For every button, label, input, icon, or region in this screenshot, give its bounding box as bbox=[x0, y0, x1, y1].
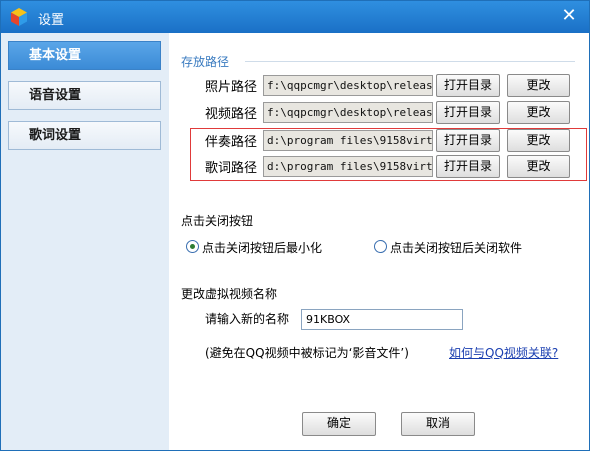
video-path-field[interactable]: f:\qqpcmgr\desktop\release\ bbox=[263, 102, 433, 123]
settings-panel: 存放路径 照片路径 f:\qqpcmgr\desktop\release\ 打开… bbox=[169, 33, 589, 450]
rename-section-title: 更改虚拟视频名称 bbox=[181, 287, 278, 301]
exit-on-close-label[interactable]: 点击关闭按钮后关闭软件 bbox=[390, 239, 522, 256]
video-open-dir-button[interactable]: 打开目录 bbox=[436, 101, 500, 124]
video-path-label: 视频路径 bbox=[205, 107, 258, 122]
storage-section-title: 存放路径 bbox=[181, 55, 230, 69]
ok-button[interactable]: 确定 bbox=[302, 412, 376, 436]
lyrics-path-field[interactable]: d:\program files\9158virtua bbox=[263, 156, 433, 177]
lyrics-path-label: 歌词路径 bbox=[205, 161, 258, 176]
qq-video-help-link[interactable]: 如何与QQ视频关联? bbox=[449, 344, 558, 361]
new-name-input[interactable]: 91KBOX bbox=[301, 309, 463, 330]
accompaniment-path-label: 伴奏路径 bbox=[205, 135, 258, 150]
minimize-on-close-label[interactable]: 点击关闭按钮后最小化 bbox=[202, 239, 322, 256]
cancel-button[interactable]: 取消 bbox=[401, 412, 475, 436]
minimize-on-close-radio[interactable] bbox=[186, 240, 199, 253]
photo-path-label: 照片路径 bbox=[205, 80, 258, 95]
photo-open-dir-button[interactable]: 打开目录 bbox=[436, 74, 500, 97]
rename-note: (避免在QQ视频中被标记为‘影音文件’) bbox=[205, 346, 409, 360]
sidebar-item-voice-settings[interactable]: 语音设置 bbox=[8, 81, 161, 110]
settings-window: 设置 ✕ 基本设置 语音设置 歌词设置 存放路径 照片路径 f:\qqpcmgr… bbox=[0, 0, 590, 451]
close-icon[interactable]: ✕ bbox=[557, 4, 581, 28]
section-divider bbox=[245, 61, 575, 62]
app-logo-icon bbox=[11, 8, 27, 26]
lyrics-open-dir-button[interactable]: 打开目录 bbox=[436, 155, 500, 178]
sidebar-item-lyrics-settings[interactable]: 歌词设置 bbox=[8, 121, 161, 150]
lyrics-change-button[interactable]: 更改 bbox=[507, 155, 570, 178]
title-bar[interactable]: 设置 ✕ bbox=[1, 1, 589, 33]
accompaniment-open-dir-button[interactable]: 打开目录 bbox=[436, 129, 500, 152]
window-title: 设置 bbox=[38, 13, 65, 28]
close-behavior-section-title: 点击关闭按钮 bbox=[181, 214, 254, 228]
exit-on-close-radio[interactable] bbox=[374, 240, 387, 253]
new-name-label: 请输入新的名称 bbox=[205, 312, 290, 326]
sidebar-item-basic-settings[interactable]: 基本设置 bbox=[8, 41, 161, 70]
photo-change-button[interactable]: 更改 bbox=[507, 74, 570, 97]
accompaniment-path-field[interactable]: d:\program files\9158virtua bbox=[263, 130, 433, 151]
sidebar: 基本设置 语音设置 歌词设置 bbox=[1, 33, 169, 450]
photo-path-field[interactable]: f:\qqpcmgr\desktop\release\ bbox=[263, 75, 433, 96]
accompaniment-change-button[interactable]: 更改 bbox=[507, 129, 570, 152]
video-change-button[interactable]: 更改 bbox=[507, 101, 570, 124]
